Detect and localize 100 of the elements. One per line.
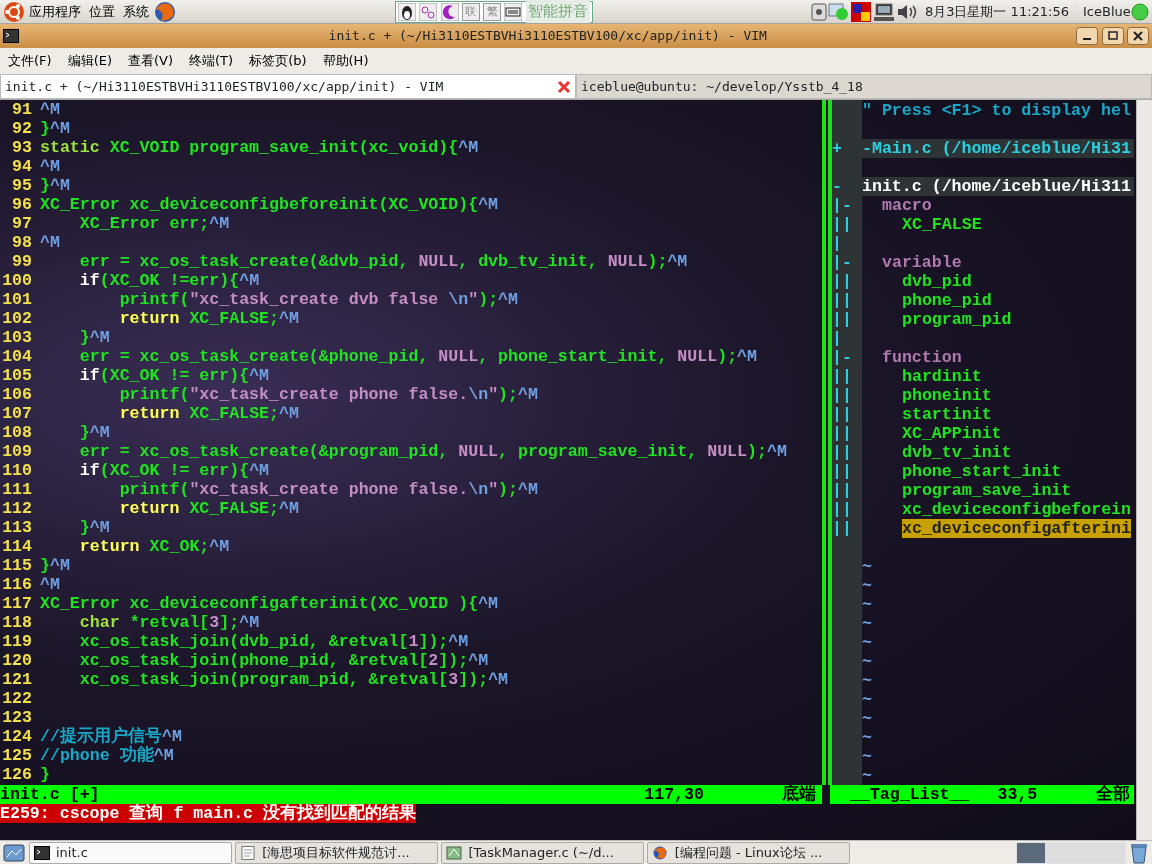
user-name[interactable]: IceBlue — [1075, 1, 1131, 22]
show-desktop-icon[interactable] — [3, 842, 26, 863]
menu-item[interactable]: 终端(T) — [181, 51, 242, 71]
code-line: //提示用户信号^M — [40, 727, 182, 746]
code-line: printf("xc_task_create phone false.\n");^M — [118, 480, 538, 499]
menu-item[interactable]: 查看(V) — [120, 51, 182, 71]
line-number: 121 — [1, 670, 32, 689]
line-number: 119 — [1, 632, 32, 651]
clock[interactable]: 8月3日星期一 11:21:56 — [918, 1, 1076, 22]
code-line: }^M — [78, 423, 110, 442]
maximize-button[interactable] — [1101, 27, 1124, 45]
tag-item[interactable]: xc_deviceconfigafterini — [902, 519, 1132, 538]
tag-item[interactable]: phoneinit — [902, 386, 992, 405]
menu-item[interactable]: 帮助(H) — [314, 51, 377, 71]
line-number: 94 — [11, 157, 32, 176]
globe-icon[interactable] — [153, 0, 178, 24]
line-number: 96 — [11, 195, 32, 214]
code-line: }^M — [78, 328, 110, 347]
computer-icon[interactable] — [872, 1, 897, 22]
penguin-icon[interactable] — [398, 2, 417, 21]
workspace-switcher[interactable] — [1015, 841, 1126, 864]
symbol-icon[interactable] — [419, 2, 438, 21]
tag-item[interactable]: dvb_tv_init — [902, 443, 1012, 462]
line-number: 116 — [1, 575, 32, 594]
network-icon[interactable] — [850, 0, 873, 23]
panel-menu[interactable]: 位置 — [85, 1, 120, 22]
taskbar-button[interactable]: [海思项目标软件规范讨... — [234, 841, 438, 864]
tag-item[interactable]: dvb_pid — [902, 272, 972, 291]
panel-menu[interactable]: 系统 — [119, 1, 154, 22]
tilde-marker: ~ — [862, 747, 872, 766]
close-button[interactable] — [1126, 27, 1149, 45]
error-message: E259: cscope 查询 f main.c 没有找到匹配的结果 — [0, 804, 417, 823]
tilde-marker: ~ — [862, 614, 872, 633]
tag-group[interactable]: macro — [882, 196, 932, 215]
code-line: err = xc_os_task_create(&dvb_pid, NULL, dvb_tv_init, NULL);^M — [78, 252, 688, 271]
tag-item[interactable]: program_pid — [902, 310, 1012, 329]
close-icon[interactable] — [557, 79, 571, 94]
tag-group[interactable]: function — [882, 348, 962, 367]
line-number: 106 — [1, 385, 32, 404]
fold-marker: || — [832, 500, 852, 519]
line-number: 102 — [1, 309, 32, 328]
tab[interactable]: init.c + (~/Hi3110ESTBVHi3110ESTBV100/xc/app/init) - VIM — [0, 74, 576, 99]
code-line: //phone 功能^M — [40, 746, 174, 765]
fold-marker: || — [832, 481, 852, 500]
fold-marker: || — [832, 386, 852, 405]
taskbar-button[interactable]: [TaskManager.c (~/d... — [441, 841, 644, 864]
menu-item[interactable]: 文件(F) — [0, 51, 60, 71]
status-dot-icon[interactable] — [1130, 2, 1149, 21]
fold-marker: || — [832, 462, 852, 481]
line-number: 93 — [11, 138, 32, 157]
tag-group[interactable]: variable — [882, 253, 962, 272]
tag-item[interactable]: hardinit — [902, 367, 982, 386]
line-number: 95 — [11, 176, 32, 195]
fold-marker: |- — [832, 348, 852, 367]
status-ruler: 33,5 — [997, 785, 1038, 804]
tag-item[interactable]: startinit — [902, 405, 992, 424]
tag-item[interactable]: XC_APPinit — [902, 424, 1002, 443]
minimize-button[interactable] — [1076, 27, 1099, 45]
tag-item[interactable]: phone_start_init — [902, 462, 1062, 481]
fold-marker: || — [832, 291, 852, 310]
code-line: }^M — [40, 119, 70, 138]
fold-marker: | — [832, 234, 842, 253]
taskbar-label: [TaskManager.c (~/d... — [468, 843, 614, 862]
tilde-marker: ~ — [862, 766, 872, 785]
status-dot-icon[interactable] — [828, 1, 851, 22]
tag-item[interactable]: phone_pid — [902, 291, 992, 310]
taskbar-button[interactable]: init.c — [28, 841, 232, 864]
code-line: return XC_FALSE;^M — [118, 309, 299, 328]
status-file: __Tag_List__ — [850, 785, 970, 804]
moon-icon[interactable] — [440, 2, 459, 21]
fold-marker: - — [832, 177, 842, 196]
tag-item[interactable]: xc_deviceconfigbeforein — [902, 500, 1132, 519]
tag-item[interactable]: XC_FALSE — [902, 215, 982, 234]
line-number: 98 — [11, 233, 32, 252]
workspace-active[interactable] — [1016, 842, 1045, 863]
code-line: } — [40, 765, 50, 784]
menu-item[interactable]: 标签页(b) — [241, 51, 315, 71]
fold-marker: || — [832, 405, 852, 424]
tilde-marker: ~ — [862, 633, 872, 652]
fold-marker: |- — [832, 196, 852, 215]
code-line: ^M — [40, 157, 60, 176]
device-icon[interactable] — [810, 1, 829, 22]
keyboard-icon[interactable] — [504, 2, 523, 21]
line-number: 108 — [1, 423, 32, 442]
menu-item[interactable]: 编辑(E) — [59, 51, 120, 71]
taskbar-button[interactable]: [编程问题 - Linux论坛 ... — [647, 841, 851, 864]
scrollbar[interactable] — [1136, 100, 1152, 840]
status-position: 底端 — [782, 785, 816, 804]
tab-label: init.c + (~/Hi3110ESTBVHi3110ESTBV100/xc/app/init) - VIM — [5, 77, 445, 96]
logo-icon[interactable] — [3, 0, 26, 23]
code-line: }^M — [40, 176, 70, 195]
panel-menu[interactable]: 应用程序 — [25, 1, 86, 22]
status-file: init.c [+] — [0, 785, 101, 804]
line-number: 104 — [1, 347, 32, 366]
status-position: 全部 — [1096, 785, 1130, 804]
trash-icon[interactable] — [1128, 841, 1149, 864]
code-line: }^M — [78, 518, 110, 537]
line-number: 118 — [1, 613, 32, 632]
tag-item[interactable]: program_save_init — [902, 481, 1072, 500]
tab[interactable]: iceblue@ubuntu: ~/develop/Ysstb_4_18 — [576, 74, 1152, 99]
